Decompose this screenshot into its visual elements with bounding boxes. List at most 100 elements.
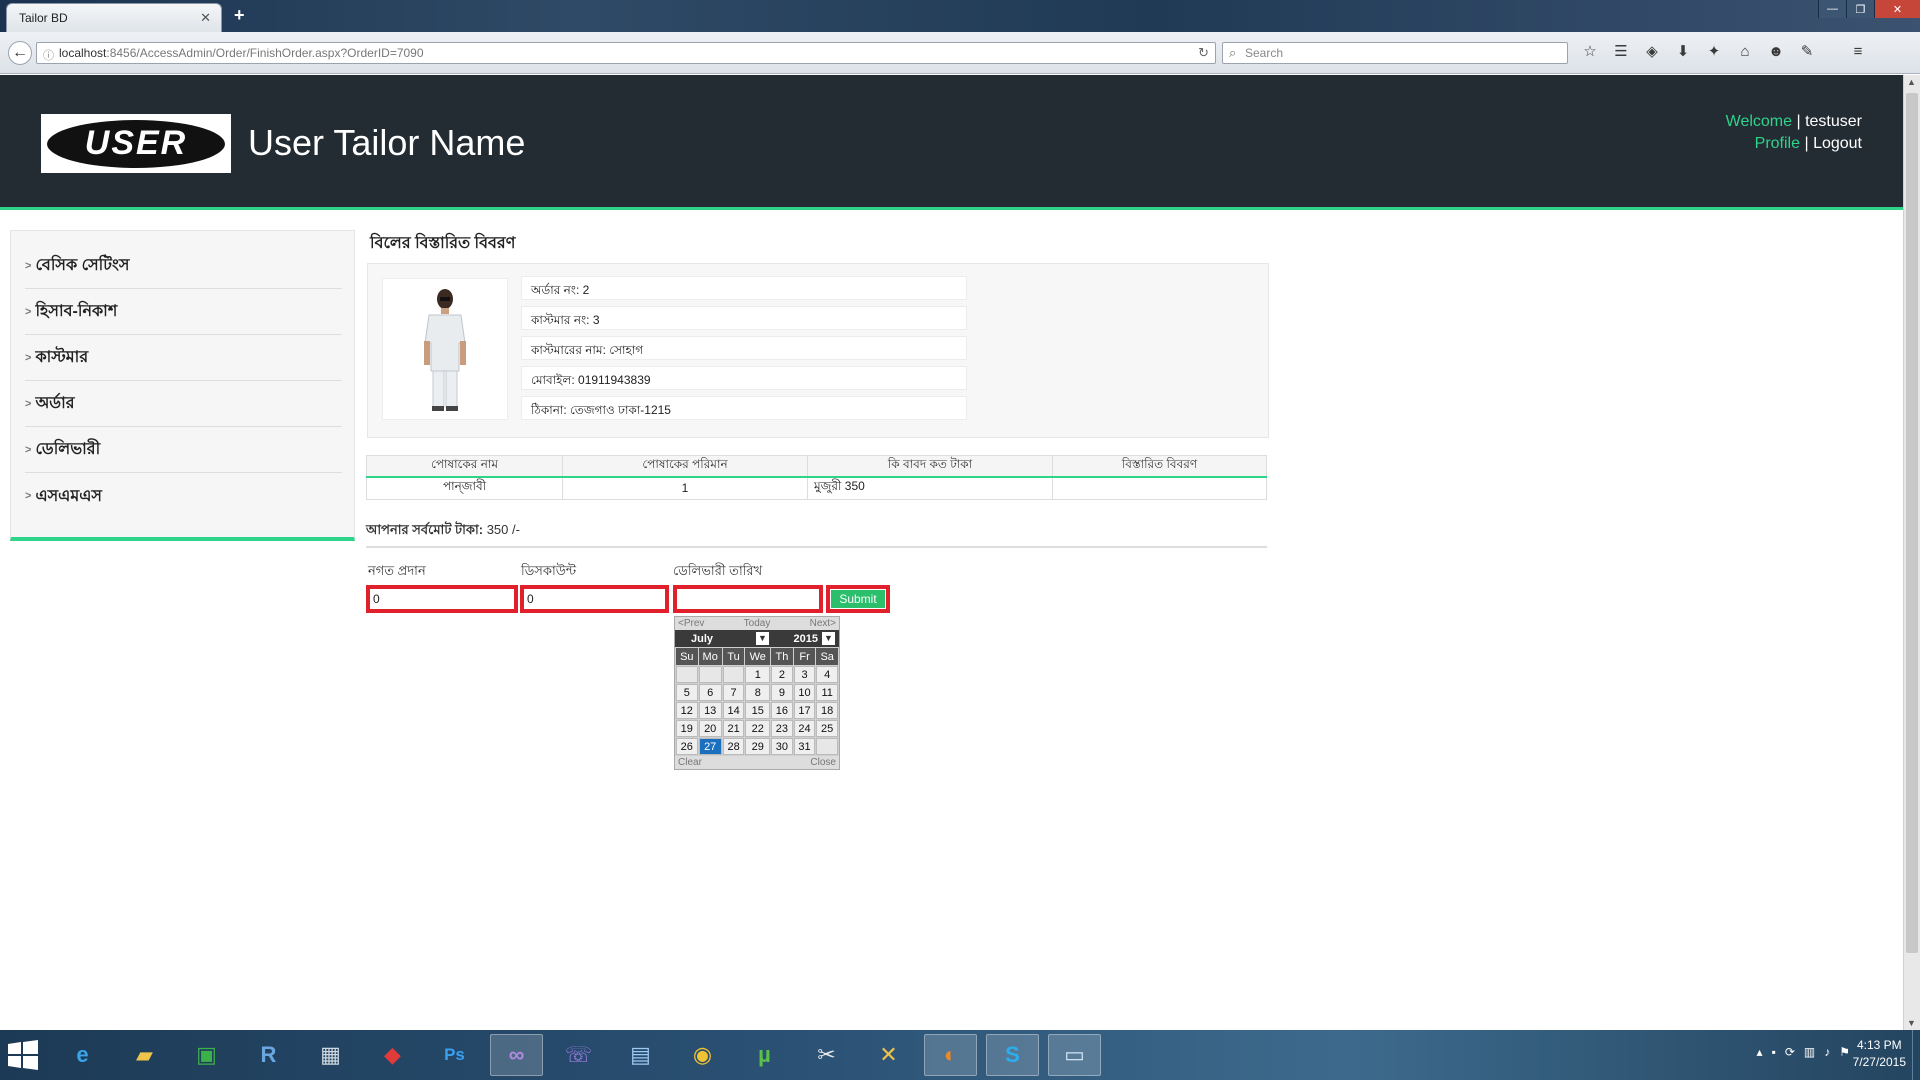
calendar-day[interactable]: 29 <box>745 738 771 755</box>
calendar-day[interactable]: 4 <box>816 666 838 683</box>
prev-month-button[interactable]: <Prev <box>678 618 704 629</box>
sidebar-item-sms[interactable]: > এসএমএস <box>25 473 342 519</box>
calendar-day[interactable]: 7 <box>722 684 745 701</box>
chrome-icon[interactable]: ◉ <box>676 1034 729 1076</box>
scroll-up-icon[interactable]: ▲ <box>1907 77 1916 87</box>
photoshop-icon[interactable]: Ps <box>428 1034 481 1076</box>
new-tab-icon[interactable]: + <box>234 5 245 26</box>
sync-icon[interactable]: ⟳ <box>1785 1045 1795 1059</box>
welcome-link[interactable]: Welcome <box>1726 113 1792 130</box>
calendar-day[interactable]: 30 <box>771 738 793 755</box>
submit-button[interactable]: Submit <box>831 590 885 608</box>
next-month-button[interactable]: Next> <box>810 618 836 629</box>
page-scrollbar[interactable]: ▲ ▼ <box>1903 75 1920 1030</box>
home-icon[interactable]: ⌂ <box>1735 42 1755 62</box>
show-desktop-button[interactable] <box>1912 1030 1920 1080</box>
clear-button[interactable]: Clear <box>678 757 702 768</box>
reading-list-icon[interactable]: ☰ <box>1611 42 1631 62</box>
flag-icon[interactable]: ⚑ <box>1839 1045 1850 1059</box>
today-button[interactable]: Today <box>744 618 771 629</box>
r-app-icon[interactable]: R <box>242 1034 295 1076</box>
site-logo[interactable]: USER <box>41 114 231 173</box>
calendar-day[interactable]: 31 <box>793 738 816 755</box>
calendar-day[interactable]: 8 <box>745 684 771 701</box>
close-tab-icon[interactable]: ✕ <box>200 10 211 26</box>
close-button[interactable]: Close <box>810 757 836 768</box>
sidebar-item-order[interactable]: > অর্ডার <box>25 381 342 427</box>
visual-studio-icon[interactable]: ∞ <box>490 1034 543 1076</box>
pen-icon[interactable]: ✎ <box>1797 42 1817 62</box>
profile-link[interactable]: Profile <box>1755 135 1800 152</box>
chat-icon[interactable]: ☻ <box>1766 42 1786 62</box>
file-explorer-icon[interactable]: ▰ <box>118 1034 171 1076</box>
firefox-icon[interactable]: ◐ <box>924 1034 977 1076</box>
calendar-day[interactable]: 10 <box>793 684 816 701</box>
calendar-day[interactable]: 28 <box>722 738 745 755</box>
reload-icon[interactable]: ↻ <box>1198 45 1209 61</box>
calendar-day[interactable]: 18 <box>816 702 838 719</box>
scroll-down-icon[interactable]: ▼ <box>1907 1018 1916 1028</box>
network-icon[interactable]: ▥ <box>1804 1045 1815 1059</box>
calendar-day[interactable]: 2 <box>771 666 793 683</box>
volume-icon[interactable]: ♪ <box>1824 1045 1830 1059</box>
calendar-day[interactable]: 15 <box>745 702 771 719</box>
calendar-day[interactable]: 27 <box>698 738 722 755</box>
calendar-day[interactable]: 1 <box>745 666 771 683</box>
bookmark-star-icon[interactable]: ☆ <box>1580 42 1600 62</box>
restore-icon[interactable]: ❐ <box>1846 0 1874 18</box>
calendar-day[interactable]: 22 <box>745 720 771 737</box>
calendar-day[interactable]: 9 <box>771 684 793 701</box>
url-bar[interactable]: ⓘ localhost:8456/AccessAdmin/Order/Finis… <box>36 42 1216 64</box>
remote-desktop-icon[interactable]: ▭ <box>1048 1034 1101 1076</box>
calendar-day[interactable]: 23 <box>771 720 793 737</box>
windows-start-icon[interactable] <box>6 1039 40 1071</box>
calendar-day[interactable]: 19 <box>676 720 698 737</box>
calendar-day[interactable]: 21 <box>722 720 745 737</box>
calendar-day[interactable]: 11 <box>816 684 838 701</box>
logout-link[interactable]: Logout <box>1813 135 1862 152</box>
discount-input[interactable] <box>520 585 669 613</box>
site-info-icon[interactable]: ⓘ <box>43 47 54 63</box>
cash-input[interactable] <box>366 585 518 613</box>
browser-tab[interactable]: Tailor BD ✕ <box>6 3 222 32</box>
year-select[interactable]: 2015 ▼ <box>794 632 835 645</box>
calendar-day[interactable]: 3 <box>793 666 816 683</box>
calendar-day[interactable]: 20 <box>698 720 722 737</box>
calendar-day[interactable]: 12 <box>676 702 698 719</box>
sidebar-item-basic-settings[interactable]: > বেসিক সেটিংস <box>25 243 342 289</box>
back-arrow-icon[interactable]: ← <box>8 41 32 65</box>
store-icon[interactable]: ▣ <box>180 1034 233 1076</box>
delivery-date-input[interactable] <box>673 585 823 613</box>
sidebar-item-delivery[interactable]: > ডেলিভারী <box>25 427 342 473</box>
sidebar-item-customer[interactable]: > কাস্টমার <box>25 335 342 381</box>
paint-app-icon[interactable]: ✂ <box>800 1034 853 1076</box>
minimize-icon[interactable]: — <box>1818 0 1846 18</box>
tools-app-icon[interactable]: ✕ <box>862 1034 915 1076</box>
calendar-day[interactable]: 25 <box>816 720 838 737</box>
utorrent-icon[interactable]: µ <box>738 1034 791 1076</box>
calendar-day[interactable]: 24 <box>793 720 816 737</box>
close-window-icon[interactable]: ✕ <box>1874 0 1920 18</box>
sidebar-item-accounts[interactable]: > হিসাব-নিকাশ <box>25 289 342 335</box>
calendar-day[interactable]: 26 <box>676 738 698 755</box>
skype-icon[interactable]: S <box>986 1034 1039 1076</box>
addon-icon[interactable]: ✦ <box>1704 42 1724 62</box>
pocket-icon[interactable]: ◈ <box>1642 42 1662 62</box>
show-hidden-icons-icon[interactable]: ▴ <box>1757 1045 1763 1059</box>
system-clock[interactable]: 4:13 PM 7/27/2015 <box>1853 1037 1906 1071</box>
red-app-icon[interactable]: ◆ <box>366 1034 419 1076</box>
calendar-day[interactable]: 16 <box>771 702 793 719</box>
network-app-icon[interactable]: ▤ <box>614 1034 667 1076</box>
viber-icon[interactable]: ☏ <box>552 1034 605 1076</box>
month-select[interactable]: July ▼ <box>679 632 769 645</box>
scrollbar-thumb[interactable] <box>1906 93 1918 953</box>
search-input[interactable]: ⌕ Search <box>1222 42 1568 64</box>
keyboard-icon[interactable]: ▪ <box>1772 1045 1776 1059</box>
calendar-day[interactable]: 17 <box>793 702 816 719</box>
calendar-day[interactable]: 6 <box>698 684 722 701</box>
calendar-day[interactable]: 13 <box>698 702 722 719</box>
internet-explorer-icon[interactable]: e <box>56 1034 109 1076</box>
menu-icon[interactable]: ≡ <box>1848 42 1868 62</box>
calendar-day[interactable]: 14 <box>722 702 745 719</box>
calendar-day[interactable]: 5 <box>676 684 698 701</box>
